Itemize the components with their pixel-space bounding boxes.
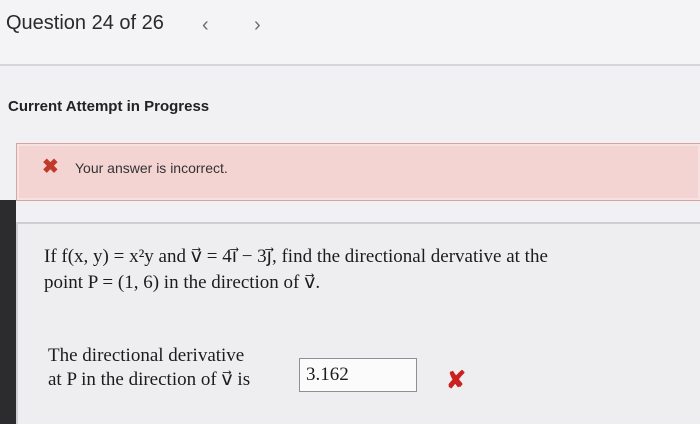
attempt-status-label: Current Attempt in Progress <box>8 98 210 115</box>
answer-prompt: The directional derivative at P in the d… <box>48 344 250 392</box>
problem-statement: If f(x, y) = x²y and v⃗ = 4i⃗ − 3j⃗, fin… <box>44 244 684 296</box>
incorrect-x-icon: ✖ <box>42 156 59 178</box>
wrong-answer-icon: ✘ <box>446 367 467 394</box>
incorrect-feedback-banner: ✖ Your answer is incorrect. <box>16 143 700 201</box>
question-card: If f(x, y) = x²y and v⃗ = 4i⃗ − 3j⃗, fin… <box>16 222 700 424</box>
question-header: Question 24 of 26 ‹ › <box>0 0 700 66</box>
problem-line-2: point P = (1, 6) in the direction of v⃗. <box>44 272 321 293</box>
answer-prompt-line-1: The directional derivative <box>48 345 245 366</box>
answer-prompt-line-2: at P in the direction of v⃗ is <box>48 369 251 390</box>
next-question-icon[interactable]: › <box>254 14 261 37</box>
left-edge-shadow <box>0 200 16 424</box>
question-page: Question 24 of 26 ‹ › Current Attempt in… <box>0 0 700 424</box>
question-counter: Question 24 of 26 <box>6 12 164 34</box>
previous-question-icon[interactable]: ‹ <box>202 14 209 37</box>
problem-line-1: If f(x, y) = x²y and v⃗ = 4i⃗ − 3j⃗, fin… <box>44 246 548 267</box>
answer-input[interactable] <box>299 358 417 392</box>
feedback-message: Your answer is incorrect. <box>75 160 228 176</box>
